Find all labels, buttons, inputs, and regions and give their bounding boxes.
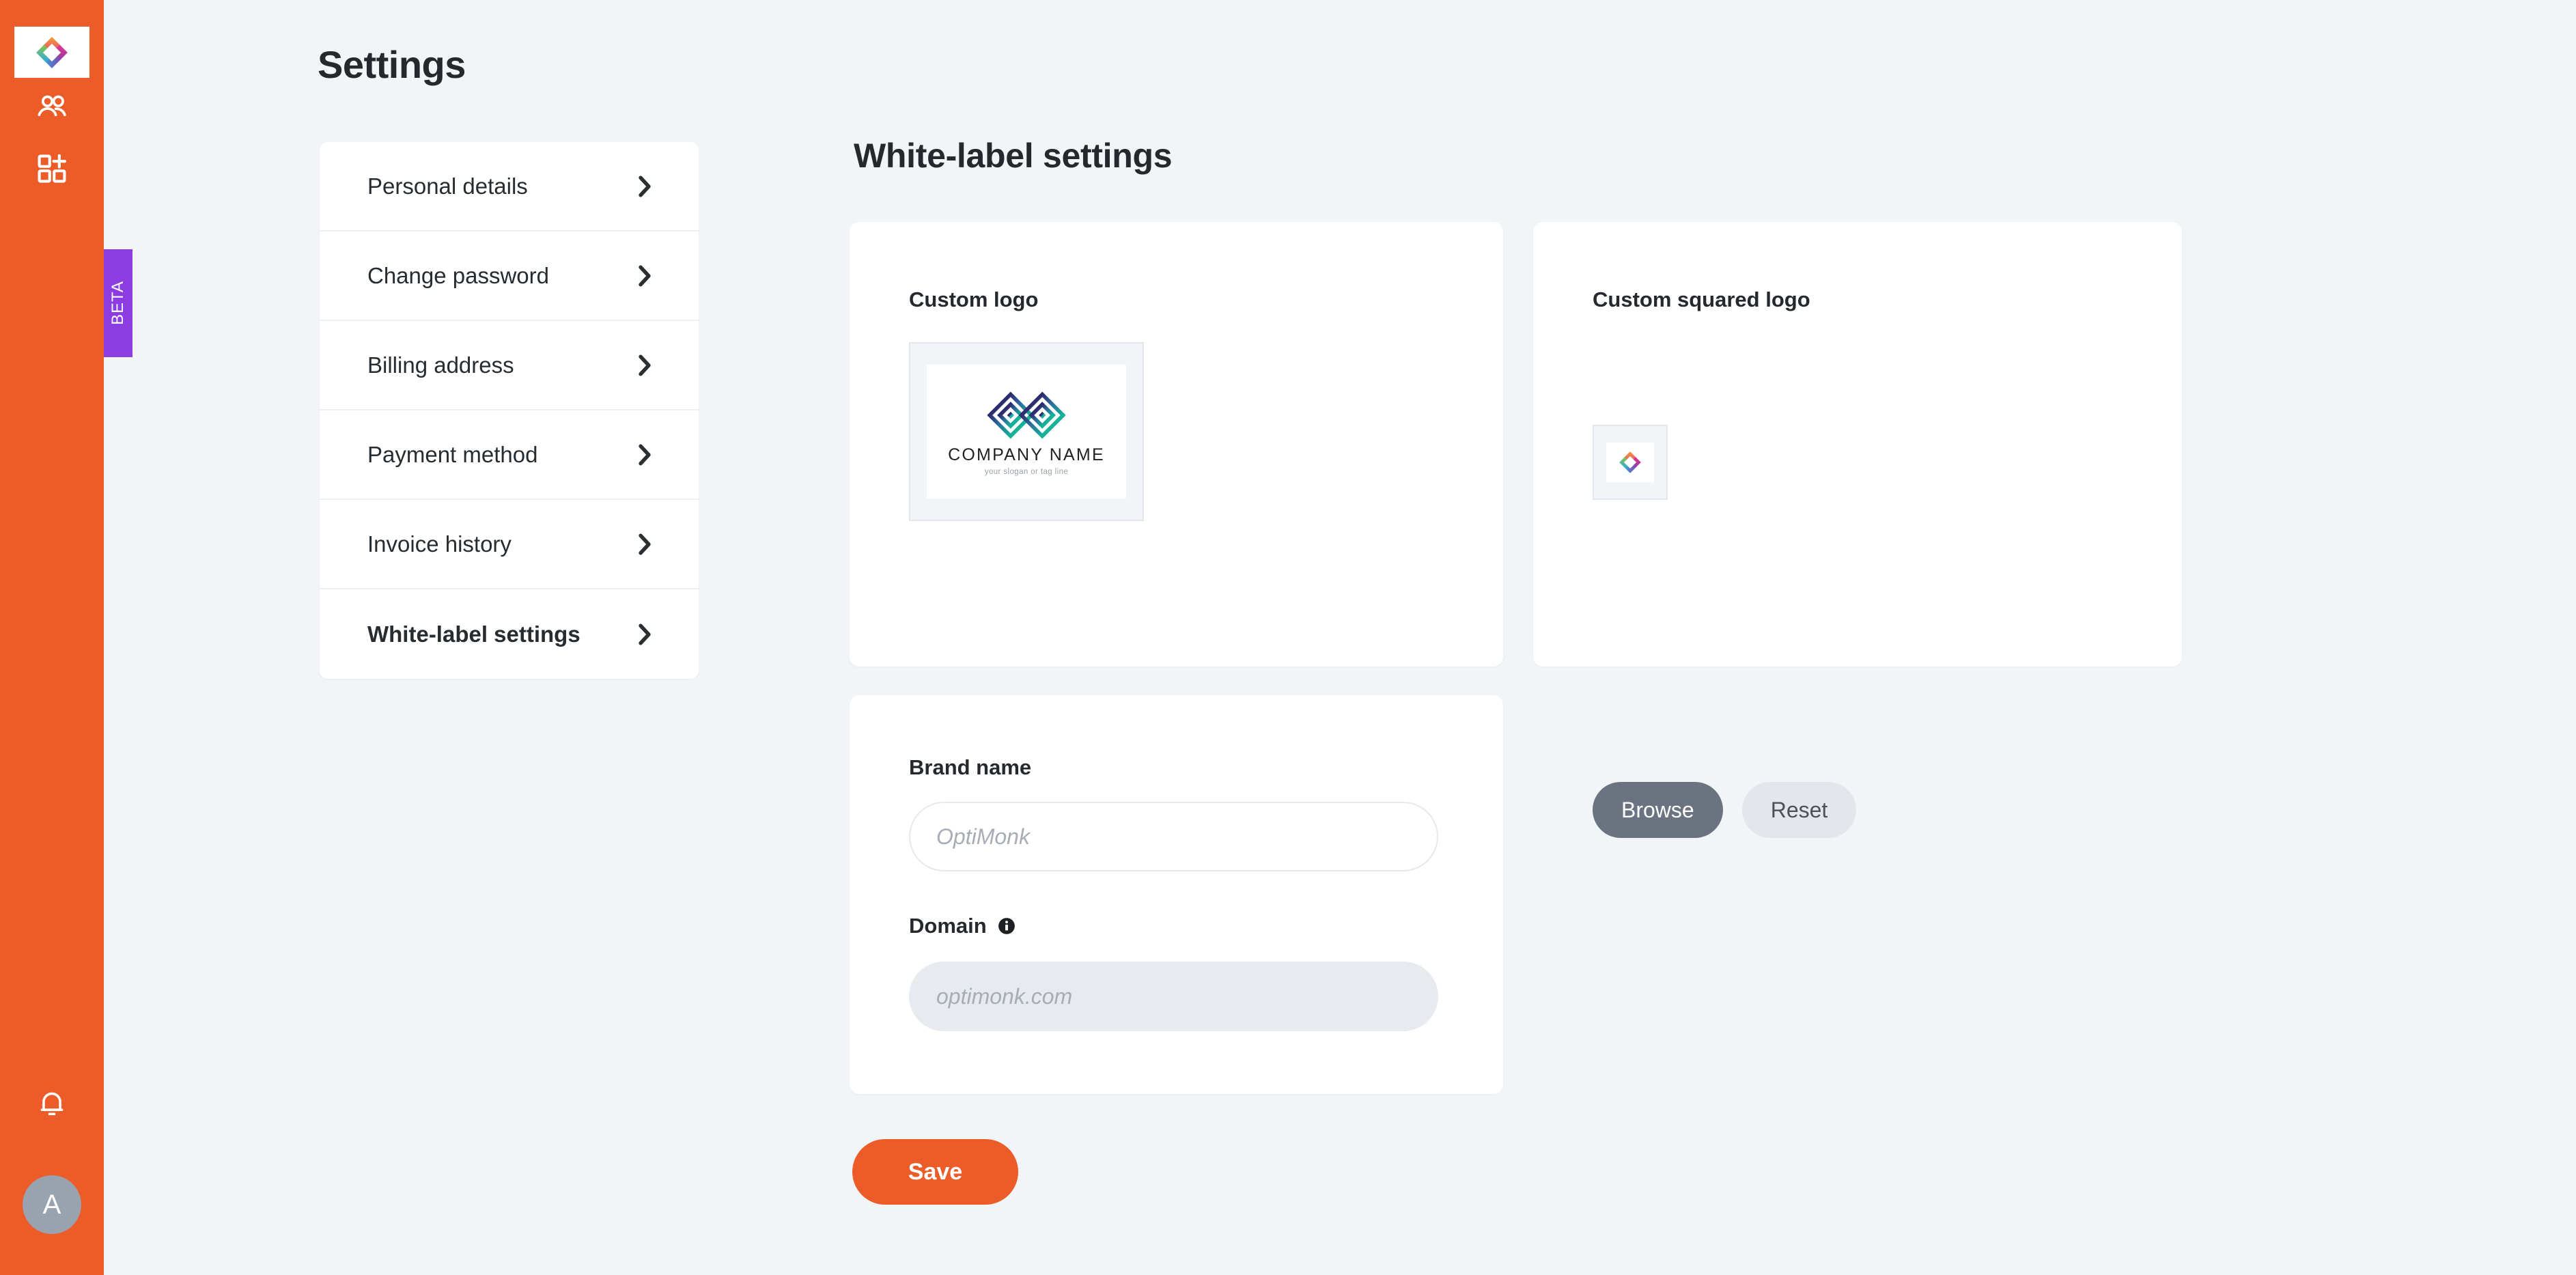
domain-label-text: Domain (909, 914, 987, 938)
custom-squared-logo-browse-button[interactable]: Browse (1593, 782, 1723, 838)
custom-logo-label: Custom logo (909, 288, 1039, 311)
custom-logo-image: COMPANY NAME your slogan or tag line (927, 365, 1126, 499)
notifications-button[interactable] (0, 1074, 104, 1136)
custom-logo-slogan: your slogan or tag line (984, 467, 1069, 476)
section-title: White-label settings (854, 137, 1173, 175)
domain-label: Domain (909, 914, 1016, 938)
custom-squared-logo-label: Custom squared logo (1593, 288, 1810, 311)
menu-item-label: Billing address (367, 352, 514, 378)
menu-item-label: White-label settings (367, 621, 580, 647)
custom-squared-logo-card: Custom squared logo Browse Reset (1533, 222, 2182, 838)
custom-squared-logo-reset-button[interactable]: Reset (1741, 782, 1857, 838)
chevron-right-icon (637, 443, 652, 466)
menu-item-label: Personal details (367, 173, 528, 199)
custom-logo-preview: COMPANY NAME your slogan or tag line (909, 342, 1144, 521)
sidebar-item-audiences[interactable] (0, 78, 104, 139)
geometric-diamond-logo-icon (975, 388, 1078, 443)
sidebar-item-change-password[interactable]: Change password (320, 232, 699, 321)
brand-name-label: Brand name (909, 755, 1031, 780)
custom-squared-logo-image (1606, 443, 1654, 482)
brand-form-card: Brand name Domain (850, 695, 1503, 1094)
avatar-initial: A (42, 1189, 61, 1220)
brand-name-input[interactable] (909, 802, 1438, 871)
optimonk-diamond-logo-icon (32, 33, 72, 72)
sidebar-item-personal-details[interactable]: Personal details (320, 142, 699, 232)
sidebar-item-invoice-history[interactable]: Invoice history (320, 500, 699, 589)
app-root: A BETA Settings Personal details Change … (0, 0, 2576, 1275)
menu-item-label: Change password (367, 262, 549, 288)
custom-logo-company-name: COMPANY NAME (948, 445, 1105, 464)
bell-icon (35, 1087, 69, 1124)
sidebar-item-apps[interactable] (0, 139, 104, 201)
chevron-right-icon (637, 264, 652, 288)
chevron-right-icon (637, 533, 652, 556)
main-content: Settings Personal details Change passwor… (104, 0, 2576, 1275)
app-logo[interactable] (14, 27, 89, 78)
sidebar-item-white-label-settings[interactable]: White-label settings (320, 589, 699, 679)
domain-input[interactable] (909, 962, 1438, 1031)
left-nav-rail: A (0, 0, 104, 1275)
sidebar-item-payment-method[interactable]: Payment method (320, 410, 699, 500)
brand-name-label-text: Brand name (909, 755, 1032, 779)
menu-item-label: Invoice history (367, 531, 512, 557)
page-title: Settings (318, 43, 466, 86)
apps-add-icon (34, 151, 70, 190)
menu-item-label: Payment method (367, 441, 538, 467)
custom-squared-logo-preview (1593, 425, 1668, 500)
info-icon[interactable] (998, 917, 1016, 935)
avatar[interactable]: A (23, 1175, 81, 1234)
settings-menu: Personal details Change password Billing… (320, 142, 699, 679)
beta-badge: BETA (104, 249, 132, 357)
beta-badge-label: BETA (109, 281, 127, 326)
chevron-right-icon (637, 354, 652, 377)
sidebar-item-billing-address[interactable]: Billing address (320, 321, 699, 410)
users-icon (34, 89, 70, 128)
chevron-right-icon (637, 175, 652, 198)
chevron-right-icon (637, 623, 652, 646)
custom-squared-logo-actions: Browse Reset (1593, 782, 1857, 838)
optimonk-diamond-logo-icon (1616, 449, 1644, 476)
save-button[interactable]: Save (852, 1139, 1018, 1205)
custom-logo-card: Custom logo COMPANY NAME your slogan or … (850, 222, 1503, 838)
